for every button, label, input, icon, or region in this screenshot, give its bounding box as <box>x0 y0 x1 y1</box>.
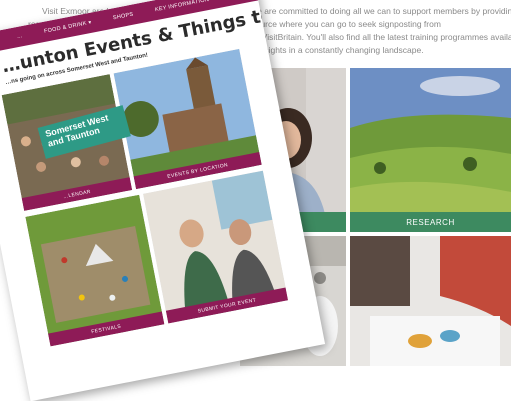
tile-meeting[interactable] <box>350 236 511 366</box>
events-website-mockup: … FOOD & DRINK ▾ SHOPS KEY INFORMATION ▾… <box>0 0 326 401</box>
tile-research[interactable]: RESEARCH <box>350 68 511 232</box>
mockup-tile-submit-event[interactable]: SUBMIT YOUR EVENT <box>143 170 289 324</box>
mockup-tile-festivals[interactable]: FESTIVALS <box>25 194 165 347</box>
tile-right-caption: RESEARCH <box>350 212 511 232</box>
landscape-photo <box>350 68 511 232</box>
nav-item-shops[interactable]: SHOPS <box>113 12 135 22</box>
meeting-photo <box>350 236 511 366</box>
nav-item-key-information[interactable]: KEY INFORMATION ▾ <box>155 0 215 13</box>
nav-item-0[interactable]: … <box>16 33 23 40</box>
nav-item-food-drink[interactable]: FOOD & DRINK ▾ <box>44 20 92 35</box>
mockup-tile-events-by-location[interactable]: EVENTS BY LOCATION <box>113 48 262 190</box>
